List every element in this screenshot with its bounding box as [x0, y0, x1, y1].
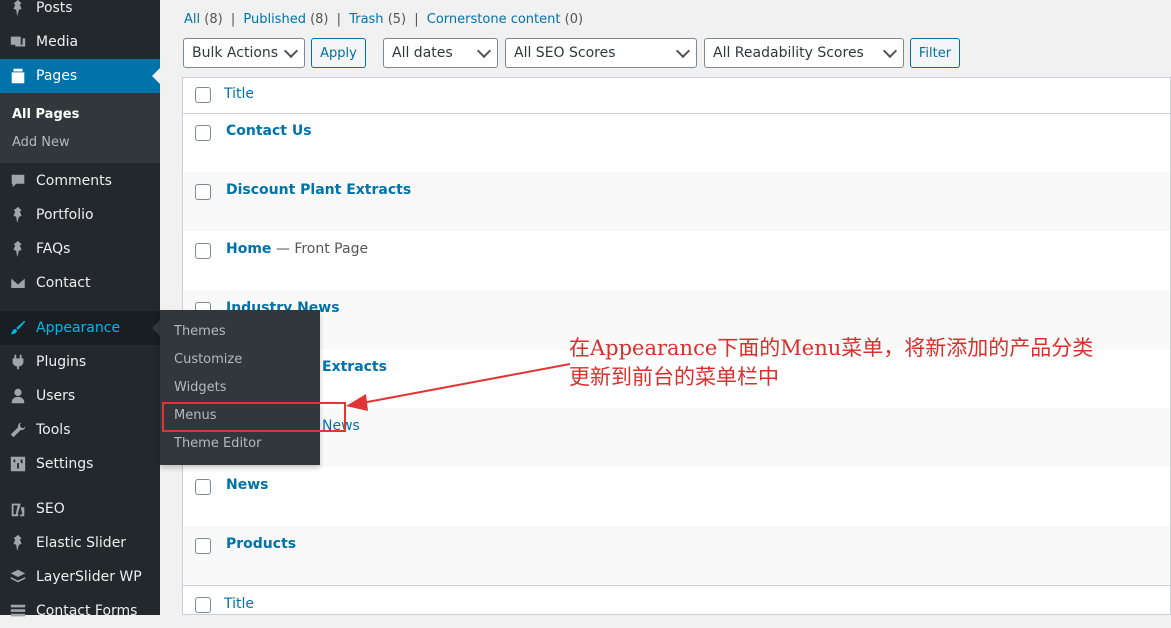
annotation-line-1: 在Appearance下面的Menu菜单，将新添加的产品分类 — [569, 336, 1094, 360]
annotation-arrow — [346, 363, 571, 411]
annotation-line-2: 更新到前台的菜单栏中 — [569, 365, 779, 389]
annotation-text: 在Appearance下面的Menu菜单，将新添加的产品分类 更新到前台的菜单栏… — [569, 334, 1129, 392]
